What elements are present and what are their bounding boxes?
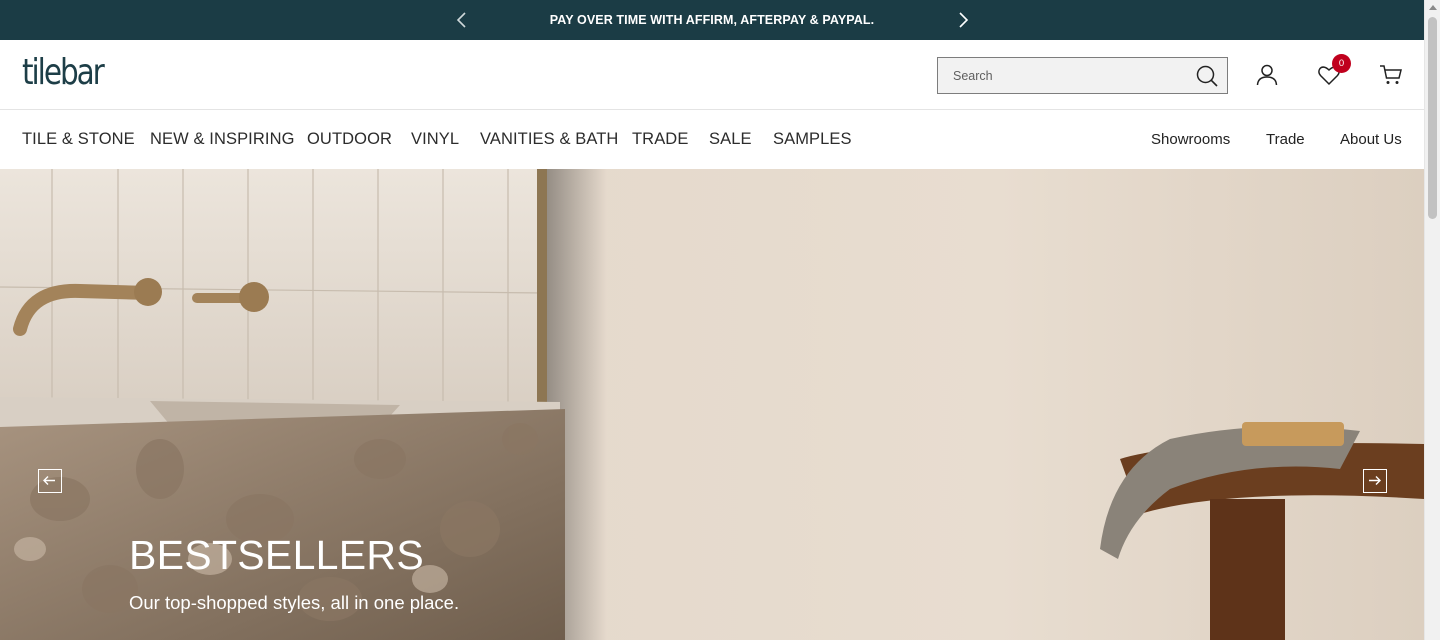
main-nav: TILE & STONE NEW & INSPIRING OUTDOOR VIN… — [0, 110, 1424, 169]
nav-item-vinyl[interactable]: VINYL — [411, 130, 459, 149]
scroll-up-icon[interactable] — [1429, 5, 1437, 10]
hero-subtitle: Our top-shopped styles, all in one place… — [129, 592, 460, 613]
nav-item-outdoor[interactable]: OUTDOOR — [307, 130, 392, 149]
nav-item-samples[interactable]: SAMPLES — [773, 130, 852, 149]
hero-banner: BESTSELLERS Our top-shopped styles, all … — [0, 169, 1424, 640]
hero-next-button[interactable] — [1363, 469, 1387, 493]
search-input[interactable] — [938, 58, 1188, 93]
promo-bar: PAY OVER TIME WITH AFFIRM, AFTERPAY & PA… — [0, 0, 1424, 40]
hero-title: BESTSELLERS — [129, 532, 424, 578]
site-header: tilebar 0 — [0, 40, 1424, 110]
arrow-left-icon — [43, 476, 55, 485]
wishlist-count-badge: 0 — [1332, 54, 1351, 73]
hero-prev-button[interactable] — [38, 469, 62, 493]
nav-link-trade[interactable]: Trade — [1266, 131, 1305, 148]
promo-next-button[interactable] — [953, 10, 973, 30]
arrow-right-icon — [1369, 476, 1381, 485]
nav-item-trade[interactable]: TRADE — [632, 130, 688, 149]
search-box — [937, 57, 1228, 94]
nav-item-tile-stone[interactable]: TILE & STONE — [22, 130, 135, 149]
cart-icon[interactable] — [1378, 62, 1404, 88]
user-icon[interactable] — [1254, 62, 1280, 88]
nav-link-about-us[interactable]: About Us — [1340, 131, 1402, 148]
promo-text: PAY OVER TIME WITH AFFIRM, AFTERPAY & PA… — [549, 13, 875, 27]
page-scrollbar[interactable] — [1424, 0, 1440, 640]
page: PAY OVER TIME WITH AFFIRM, AFTERPAY & PA… — [0, 0, 1440, 640]
chevron-right-icon — [959, 12, 969, 28]
nav-item-vanities-bath[interactable]: VANITIES & BATH — [480, 130, 618, 149]
nav-item-sale[interactable]: SALE — [709, 130, 752, 149]
search-icon[interactable] — [1196, 65, 1218, 87]
scrollbar-thumb[interactable] — [1428, 17, 1437, 219]
nav-link-showrooms[interactable]: Showrooms — [1151, 131, 1230, 148]
nav-item-new-inspiring[interactable]: NEW & INSPIRING — [150, 130, 295, 149]
logo[interactable]: tilebar — [22, 52, 105, 93]
